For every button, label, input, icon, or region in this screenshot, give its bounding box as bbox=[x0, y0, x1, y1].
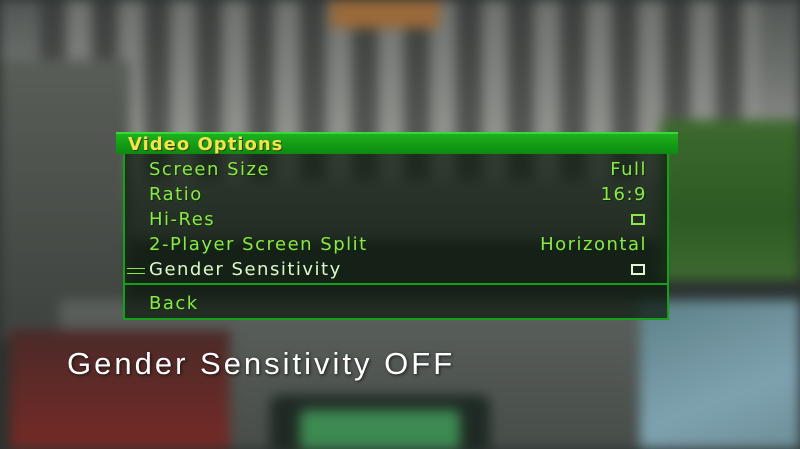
menu-divider bbox=[125, 283, 667, 285]
video-options-menu: Video Options Screen Size Full Ratio 16:… bbox=[116, 132, 678, 320]
menu-item-label: Screen Size bbox=[149, 159, 271, 180]
menu-title: Video Options bbox=[128, 134, 284, 155]
subtitle-caption: Gender Sensitivity OFF bbox=[67, 346, 456, 381]
menu-item-gender-sensitivity[interactable]: Gender Sensitivity bbox=[125, 257, 667, 282]
screen-size-value: Full bbox=[610, 159, 647, 180]
menu-cursor-icon bbox=[127, 268, 145, 274]
menu-item-label: 2-Player Screen Split bbox=[149, 234, 368, 255]
menu-item-screen-split[interactable]: 2-Player Screen Split Horizontal bbox=[125, 232, 667, 257]
hi-res-checkbox[interactable] bbox=[631, 214, 645, 225]
menu-item-ratio[interactable]: Ratio 16:9 bbox=[125, 182, 667, 207]
menu-header: Video Options bbox=[116, 132, 678, 155]
back-button[interactable]: Back bbox=[125, 291, 667, 316]
gender-sensitivity-checkbox[interactable] bbox=[631, 264, 645, 275]
menu-body: Screen Size Full Ratio 16:9 Hi-Res 2-Pla… bbox=[123, 154, 669, 320]
menu-item-screen-size[interactable]: Screen Size Full bbox=[125, 157, 667, 182]
screen-split-value: Horizontal bbox=[540, 234, 647, 255]
menu-item-label: Gender Sensitivity bbox=[149, 259, 342, 280]
menu-item-label: Ratio bbox=[149, 184, 203, 205]
menu-item-label: Hi-Res bbox=[149, 209, 216, 230]
menu-item-hi-res[interactable]: Hi-Res bbox=[125, 207, 667, 232]
back-label: Back bbox=[149, 293, 199, 314]
ratio-value: 16:9 bbox=[600, 184, 647, 205]
